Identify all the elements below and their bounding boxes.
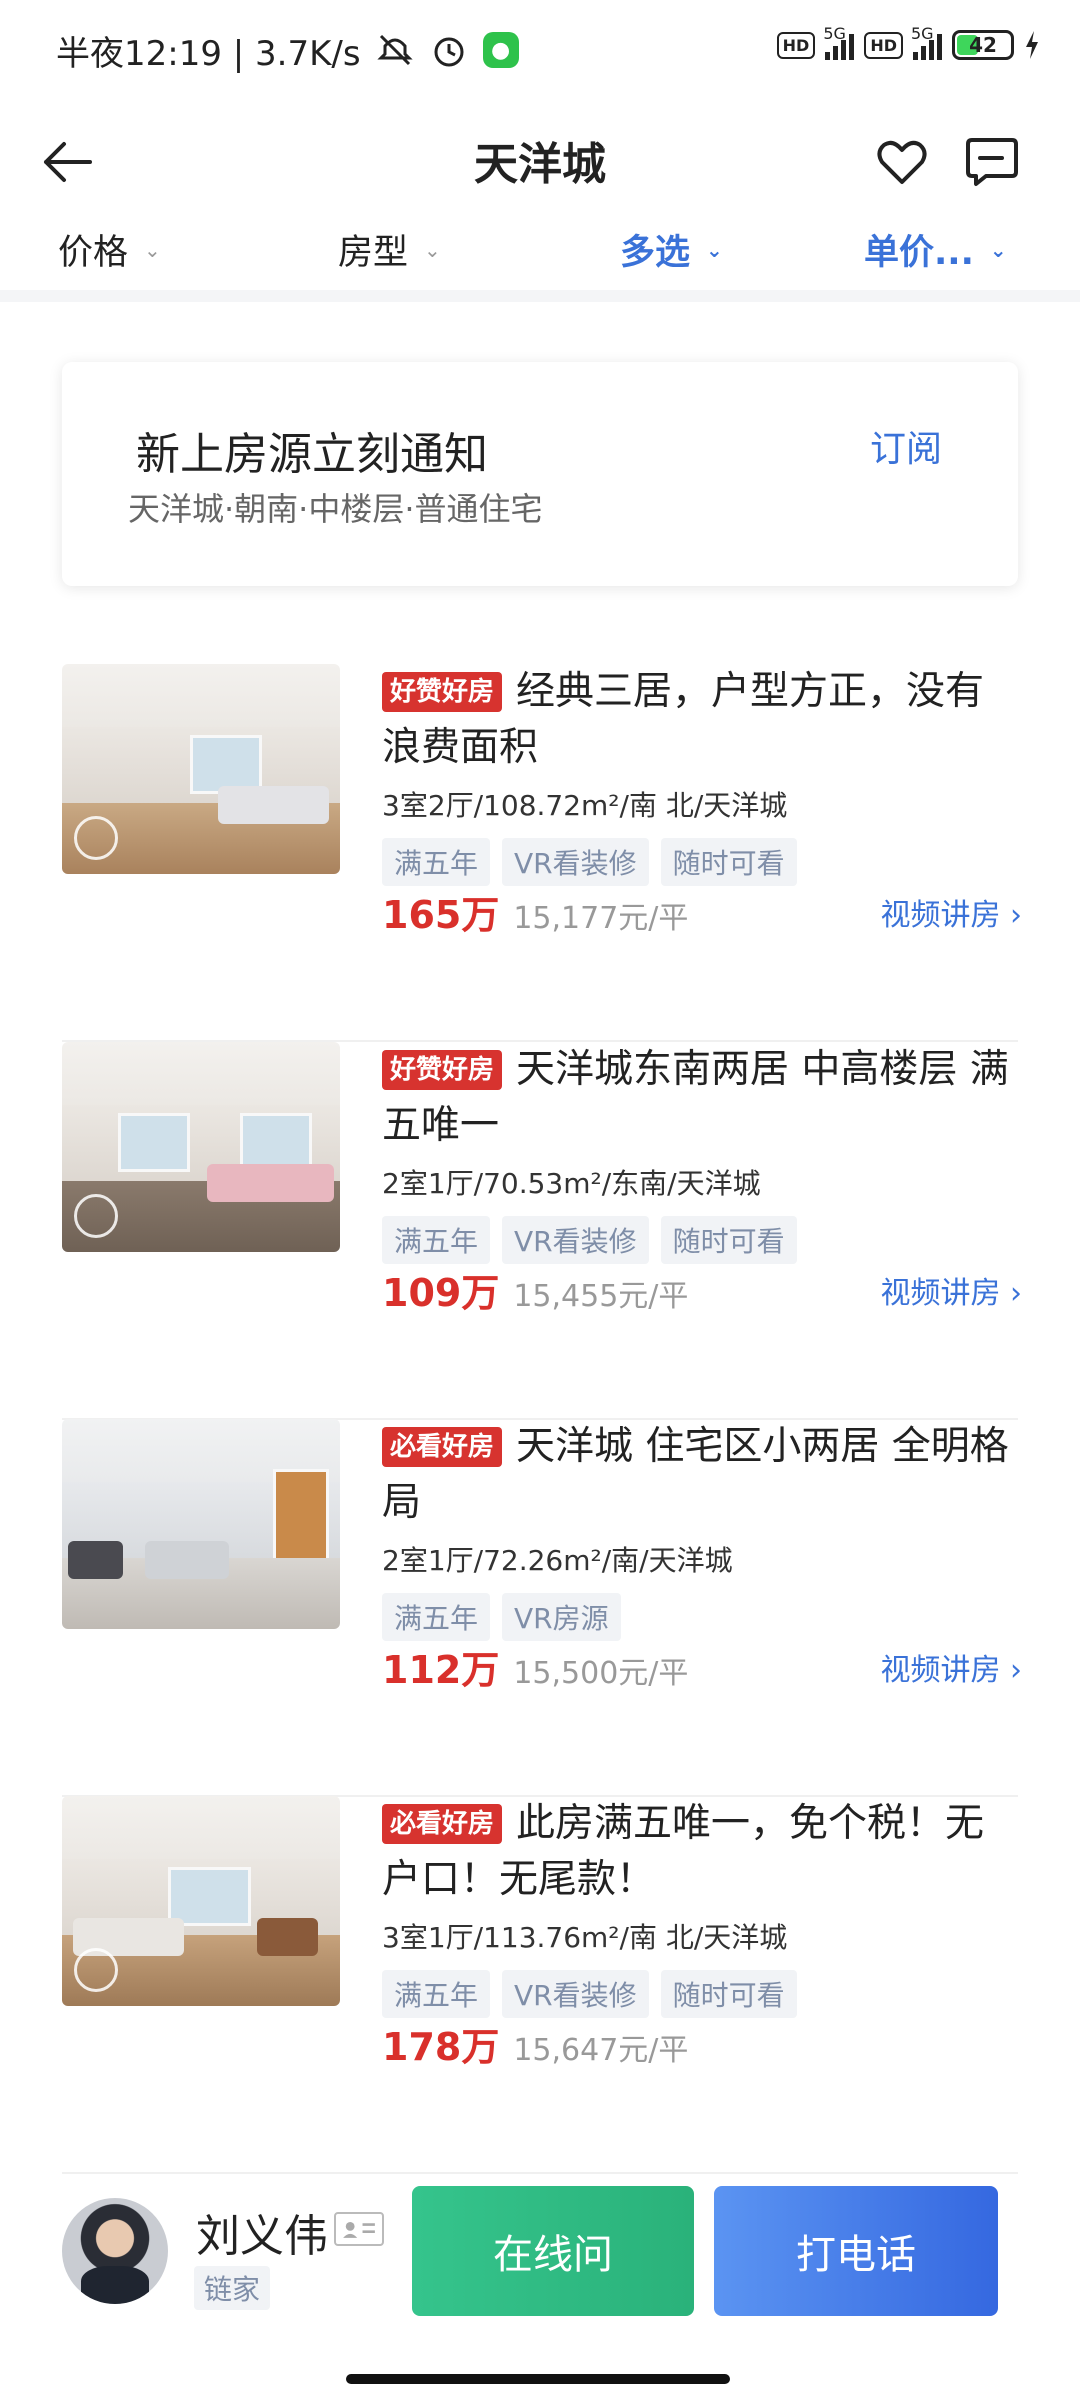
home-indicator[interactable] — [346, 2374, 730, 2384]
agent-bar: 刘义伟 链家 在线问 打电话 — [0, 2160, 1080, 2340]
listing-photo — [62, 664, 340, 874]
listing-unit-price: 15,647元/平 — [513, 2033, 689, 2068]
price-row: 165万 15,177元/平 视频讲房 › — [382, 884, 1022, 937]
price-row: 112万 15,500元/平 视频讲房 › — [382, 1639, 1022, 1692]
listing-card[interactable]: 必看好房 此房满五唯一，免个税！无户口！无尾款！ 3室1厅/113.76m²/南 … — [62, 1796, 1018, 2174]
agent-name: 刘义伟 — [196, 2211, 328, 2262]
listing-title: 好赞好房 天洋城东南两居 中高楼层 满五唯一 — [382, 1047, 1009, 1148]
listing-tag: 满五年 — [382, 1970, 491, 2018]
wechat-icon: ● — [482, 32, 519, 68]
price-row: 109万 15,455元/平 视频讲房 › — [382, 1262, 1022, 1315]
chevron-right-icon: › — [1010, 1276, 1022, 1311]
subscribe-card: 新上房源立刻通知 天洋城·朝南·中楼层·普通住宅 订阅 — [62, 362, 1018, 586]
listing-price: 178万 — [382, 2025, 500, 2069]
video-tour-link[interactable]: 视频讲房 › — [880, 890, 1022, 934]
listing-tag: 满五年 — [382, 1216, 491, 1264]
heart-icon[interactable] — [874, 134, 930, 190]
listing-tag: VR看装修 — [502, 1216, 649, 1264]
listing-badge: 好赞好房 — [382, 672, 503, 712]
subscribe-title: 新上房源立刻通知 — [136, 429, 488, 480]
signal-icon: 5G — [911, 24, 942, 60]
listing-meta: 2室1厅/72.26m²/南/天洋城 — [382, 1544, 733, 1577]
chevron-right-icon: › — [1010, 1653, 1022, 1688]
listing-meta: 2室1厅/70.53m²/东南/天洋城 — [382, 1167, 761, 1200]
price-row: 178万 15,647元/平 — [382, 2016, 1022, 2069]
charging-icon — [1026, 31, 1038, 59]
chevron-down-icon: ⌄ — [144, 237, 161, 262]
vr-icon — [74, 1194, 118, 1238]
signal-icon: 5G — [823, 24, 855, 60]
chevron-down-icon: ⌄ — [706, 237, 723, 262]
listing-tag: 满五年 — [382, 1593, 491, 1641]
listing-card[interactable]: 好赞好房 经典三居，户型方正，没有浪费面积 3室2厅/108.72m²/南 北/天… — [62, 664, 1022, 1042]
message-icon[interactable] — [964, 134, 1020, 190]
chevron-right-icon: › — [1010, 898, 1022, 933]
filter-multi[interactable]: 多选 ⌄ — [620, 224, 723, 275]
listing-unit-price: 15,500元/平 — [513, 1656, 689, 1691]
listing-badge: 必看好房 — [382, 1427, 503, 1467]
vr-icon — [74, 816, 118, 860]
subscribe-description: 天洋城·朝南·中楼层·普通住宅 — [128, 490, 543, 528]
filter-layout[interactable]: 房型 ⌄ — [338, 224, 441, 275]
listing-photo — [62, 1419, 340, 1629]
alarm-icon — [434, 37, 464, 67]
chevron-down-icon: ⌄ — [424, 237, 441, 262]
video-tour-link[interactable]: 视频讲房 › — [880, 1645, 1022, 1689]
hd-icon: HD — [776, 31, 816, 59]
nav-bar: 天洋城 — [0, 100, 1080, 220]
listing-tag: VR房源 — [502, 1593, 621, 1641]
listing-unit-price: 15,177元/平 — [513, 901, 689, 936]
hd-icon: HD — [864, 31, 903, 59]
listing-title: 必看好房 天洋城 住宅区小两居 全明格局 — [382, 1424, 1009, 1525]
listing-meta: 3室2厅/108.72m²/南 北/天洋城 — [382, 789, 788, 822]
listing-tag: VR看装修 — [502, 1970, 649, 2018]
listing-price: 112万 — [382, 1648, 500, 1692]
battery-icon: 42 — [952, 30, 1014, 60]
chevron-down-icon: ⌄ — [989, 237, 1007, 262]
listing-tag: 随时可看 — [660, 838, 797, 886]
listing-card[interactable]: 好赞好房 天洋城东南两居 中高楼层 满五唯一 2室1厅/70.53m²/东南/天洋… — [62, 1042, 1022, 1420]
mute-icon — [376, 34, 413, 66]
listing-title: 必看好房 此房满五唯一，免个税！无户口！无尾款！ — [382, 1801, 985, 1902]
status-time: 半夜12:19 | 3.7K/s — [56, 33, 361, 74]
listing-photo — [62, 1042, 340, 1252]
call-button[interactable]: 打电话 — [714, 2186, 998, 2316]
avatar[interactable] — [62, 2198, 168, 2304]
filter-unit-price[interactable]: 单价... ⌄ — [864, 224, 1007, 275]
filter-bar: 价格 ⌄ 房型 ⌄ 多选 ⌄ 单价... ⌄ — [0, 220, 1080, 296]
filter-price[interactable]: 价格 ⌄ — [58, 224, 161, 275]
agent-company: 链家 — [194, 2266, 271, 2310]
status-bar: 半夜12:19 | 3.7K/s ● HD 5G HD 5G 42 — [0, 0, 1080, 100]
listing-title: 好赞好房 经典三居，户型方正，没有浪费面积 — [382, 669, 985, 770]
listing-tag: 随时可看 — [660, 1970, 797, 2018]
listing-tag: 满五年 — [382, 838, 491, 886]
listing-photo — [62, 1796, 340, 2006]
listing-price: 165万 — [382, 893, 500, 937]
subscribe-button[interactable]: 订阅 — [870, 420, 942, 472]
listing-tag: VR看装修 — [502, 838, 649, 886]
video-tour-link[interactable]: 视频讲房 › — [880, 1268, 1022, 1312]
vr-icon — [74, 1948, 118, 1992]
business-card-icon[interactable] — [334, 2212, 384, 2246]
divider — [0, 290, 1080, 302]
listing-badge: 好赞好房 — [382, 1050, 503, 1090]
listing-tag: 随时可看 — [660, 1216, 797, 1264]
listing-price: 109万 — [382, 1271, 500, 1315]
listing-badge: 必看好房 — [382, 1804, 503, 1844]
chat-online-button[interactable]: 在线问 — [412, 2186, 694, 2316]
listing-meta: 3室1厅/113.76m²/南 北/天洋城 — [382, 1921, 788, 1954]
listing-card[interactable]: 必看好房 天洋城 住宅区小两居 全明格局 2室1厅/72.26m²/南/天洋城 满… — [62, 1419, 1022, 1797]
listing-unit-price: 15,455元/平 — [513, 1279, 689, 1314]
